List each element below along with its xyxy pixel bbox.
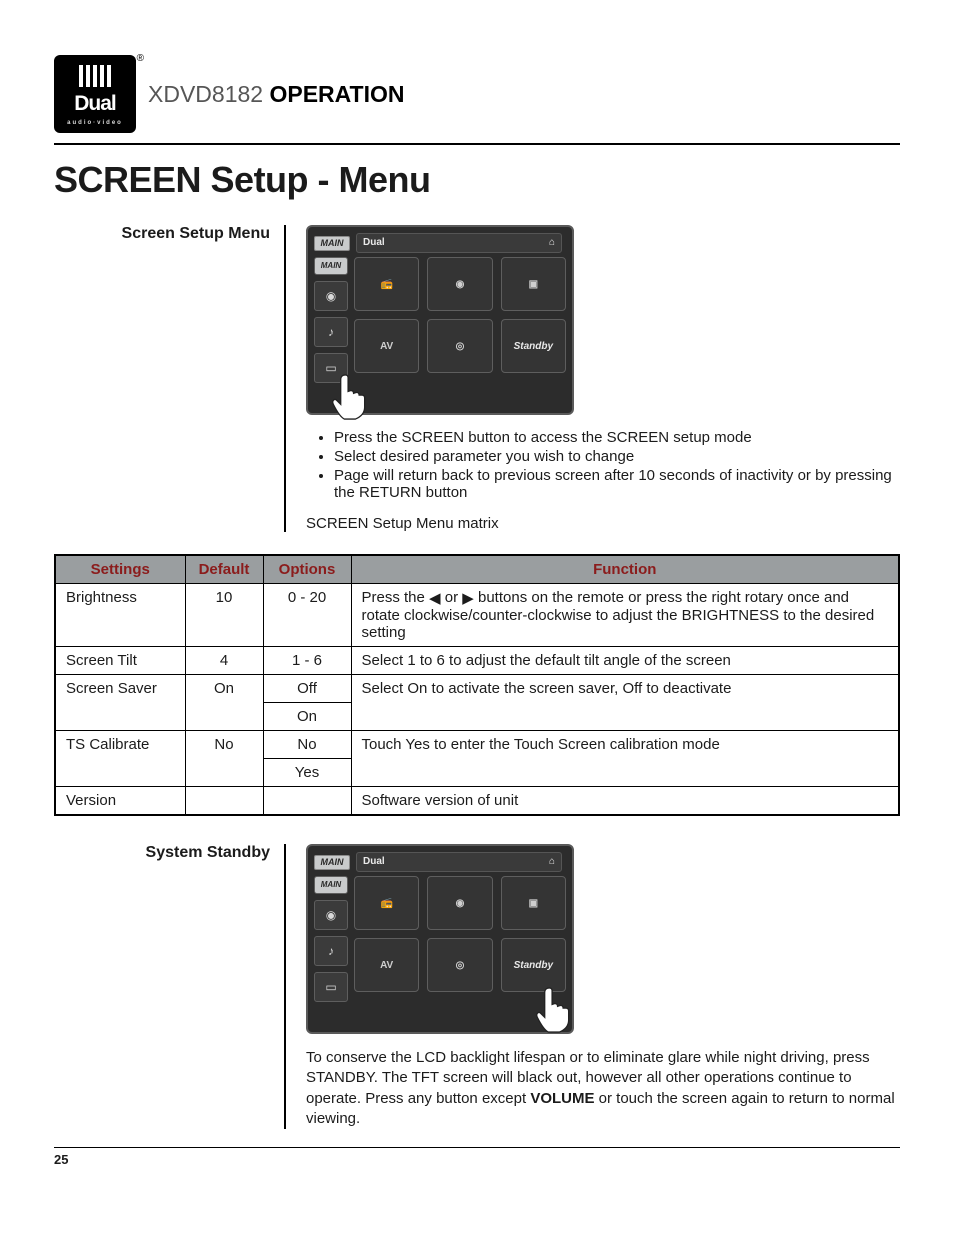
logo-subtext: audio·video <box>67 120 123 126</box>
cell-function: Select 1 to 6 to adjust the default tilt… <box>351 647 899 675</box>
header-rule <box>54 143 900 145</box>
cell-option: On <box>263 703 351 731</box>
cell-function: Software version of unit <box>351 787 899 816</box>
cell-default: 10 <box>185 584 263 647</box>
table-row: Screen Tilt 4 1 - 6 Select 1 to 6 to adj… <box>55 647 899 675</box>
sidebar-eq-icon: ♪ <box>314 317 348 347</box>
fn-pre: Press the <box>362 589 430 606</box>
section-system-standby: System Standby MAIN Dual ⌂ MAIN ◉ ♪ ▭ <box>54 844 900 1129</box>
cell-setting: Screen Tilt <box>55 647 185 675</box>
cell-option: 0 - 20 <box>263 584 351 647</box>
tile-camera-icon: ◎ <box>427 938 492 992</box>
brand-logo: Dual audio·video <box>54 55 136 133</box>
table-row: TS Calibrate No No Touch Yes to enter th… <box>55 731 899 759</box>
cell-option: No <box>263 731 351 759</box>
device-tile-grid: 📻 ◉ ▣ AV ◎ Standby <box>354 257 566 407</box>
tile-av-icon: AV <box>354 938 419 992</box>
bullet-2: Select desired parameter you wish to cha… <box>334 448 900 465</box>
model-number: XDVD8182 <box>148 81 263 107</box>
th-settings: Settings <box>55 555 185 584</box>
cell-function: Touch Yes to enter the Touch Screen cali… <box>351 731 899 787</box>
table-row: Brightness 10 0 - 20 Press the ◀ or ▶ bu… <box>55 584 899 647</box>
cell-option <box>263 787 351 816</box>
matrix-caption: SCREEN Setup Menu matrix <box>306 515 900 532</box>
device-screenshot: MAIN Dual ⌂ MAIN ◉ ♪ ▭ 📻 ◉ <box>306 844 574 1034</box>
model-heading: XDVD8182 OPERATION <box>148 81 405 108</box>
fn-mid: or <box>445 589 463 606</box>
bullet-1: Press the SCREEN button to access the SC… <box>334 429 900 446</box>
device-brand: Dual <box>363 857 385 867</box>
main-tag: MAIN <box>314 236 350 251</box>
tile-camera-icon: ◎ <box>427 319 492 373</box>
right-arrow-icon: ▶ <box>462 589 474 607</box>
device-title-bar: Dual ⌂ <box>356 233 562 253</box>
cell-default: 4 <box>185 647 263 675</box>
touch-hand-icon <box>326 369 372 425</box>
cell-option: 1 - 6 <box>263 647 351 675</box>
section-content: MAIN Dual ⌂ MAIN ◉ ♪ ▭ 📻 ◉ <box>306 844 900 1129</box>
section-label: Screen Setup Menu <box>54 225 286 532</box>
cell-setting: Brightness <box>55 584 185 647</box>
sidebar-screen-icon: ▭ <box>314 972 348 1002</box>
section-label: System Standby <box>54 844 286 1129</box>
cell-default <box>185 787 263 816</box>
page-number: 25 <box>54 1147 900 1167</box>
operation-word: OPERATION <box>269 81 404 107</box>
th-options: Options <box>263 555 351 584</box>
main-tag: MAIN <box>314 855 350 870</box>
settings-table: Settings Default Options Function Bright… <box>54 554 900 816</box>
tile-standby: Standby <box>501 319 566 373</box>
device-screenshot: MAIN Dual ⌂ MAIN ◉ ♪ ▭ 📻 ◉ <box>306 225 574 415</box>
tile-disc-icon: ◉ <box>427 876 492 930</box>
instruction-list: Press the SCREEN button to access the SC… <box>306 429 900 501</box>
sidebar-main-tag: MAIN <box>314 876 348 894</box>
section-screen-setup: Screen Setup Menu MAIN Dual ⌂ MAIN ◉ ♪ ▭ <box>54 225 900 532</box>
sidebar-disc-icon: ◉ <box>314 900 348 930</box>
sidebar-eq-icon: ♪ <box>314 936 348 966</box>
touch-hand-icon <box>530 982 576 1038</box>
cell-setting: Screen Saver <box>55 675 185 731</box>
table-row: Version Software version of unit <box>55 787 899 816</box>
tile-radio-icon: 📻 <box>354 876 419 930</box>
cell-setting: TS Calibrate <box>55 731 185 787</box>
table-row: Screen Saver On Off Select On to activat… <box>55 675 899 703</box>
volume-word: VOLUME <box>530 1090 594 1107</box>
tile-radio-icon: 📻 <box>354 257 419 311</box>
th-default: Default <box>185 555 263 584</box>
bullet-3: Page will return back to previous screen… <box>334 467 900 501</box>
close-icon: ⌂ <box>549 238 555 248</box>
tile-disc-icon: ◉ <box>427 257 492 311</box>
cell-option: Yes <box>263 759 351 787</box>
tile-av-icon: AV <box>354 319 419 373</box>
logo-bars-icon <box>79 65 111 87</box>
page-header: Dual audio·video XDVD8182 OPERATION <box>54 55 900 133</box>
cell-default: On <box>185 675 263 731</box>
sidebar-main-tag: MAIN <box>314 257 348 275</box>
close-icon: ⌂ <box>549 857 555 867</box>
section-content: MAIN Dual ⌂ MAIN ◉ ♪ ▭ 📻 ◉ <box>306 225 900 532</box>
th-function: Function <box>351 555 899 584</box>
cell-default: No <box>185 731 263 787</box>
cell-function-brightness: Press the ◀ or ▶ buttons on the remote o… <box>351 584 899 647</box>
sidebar-disc-icon: ◉ <box>314 281 348 311</box>
tile-aux-icon: ▣ <box>501 876 566 930</box>
device-title-bar: Dual ⌂ <box>356 852 562 872</box>
table-header-row: Settings Default Options Function <box>55 555 899 584</box>
standby-paragraph: To conserve the LCD backlight lifespan o… <box>306 1048 900 1129</box>
page-title: SCREEN Setup - Menu <box>54 159 900 201</box>
logo-word: Dual <box>74 93 116 114</box>
device-sidebar: MAIN ◉ ♪ ▭ <box>314 876 348 1026</box>
cell-option: Off <box>263 675 351 703</box>
cell-setting: Version <box>55 787 185 816</box>
device-brand: Dual <box>363 238 385 248</box>
left-arrow-icon: ◀ <box>429 589 441 607</box>
document-page: Dual audio·video XDVD8182 OPERATION SCRE… <box>0 0 954 1191</box>
cell-function: Select On to activate the screen saver, … <box>351 675 899 731</box>
tile-aux-icon: ▣ <box>501 257 566 311</box>
